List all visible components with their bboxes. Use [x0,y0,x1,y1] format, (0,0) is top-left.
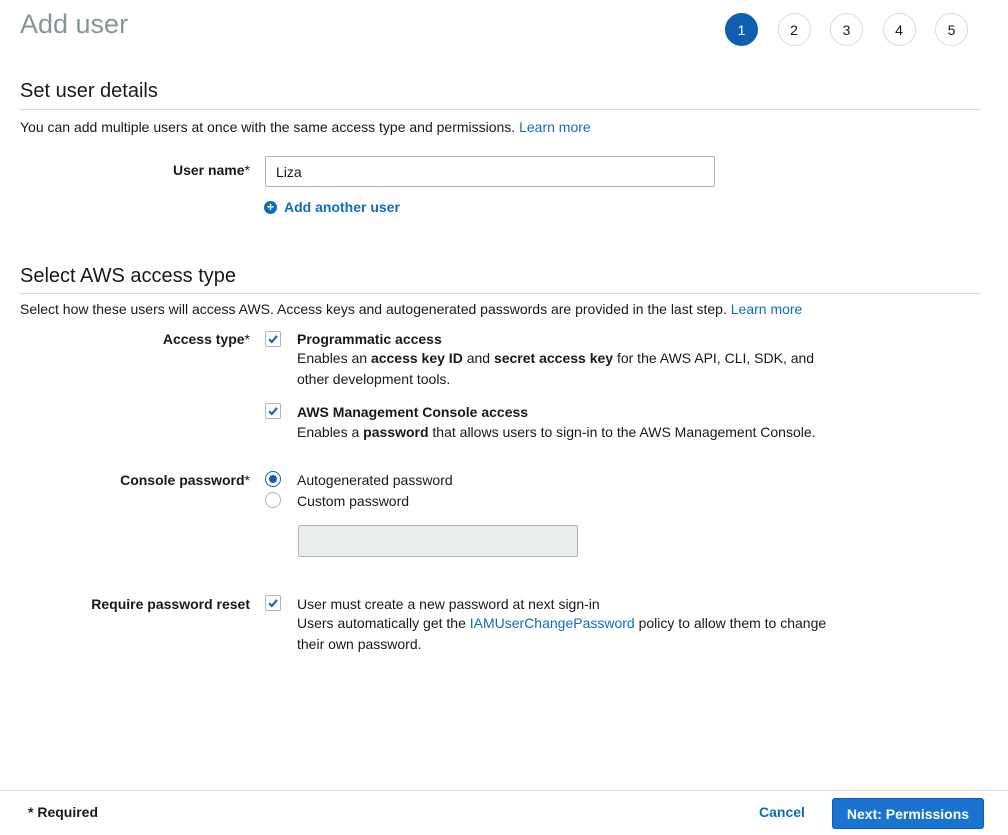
console-access-checkbox[interactable] [265,403,281,419]
add-user-page: Add user 1 2 3 4 5 Set user details You … [0,0,1008,835]
programmatic-access-description: Enables an access key ID and secret acce… [297,350,815,387]
step-3[interactable]: 3 [830,13,863,46]
wizard-steps: 1 2 3 4 5 [725,13,988,46]
access-type-label-text: Access type [162,331,245,347]
require-password-reset-title: User must create a new password at next … [297,596,600,612]
user-name-label: User name* [173,161,250,179]
required-asterisk: * [244,162,250,178]
console-password-label: Console password* [120,471,250,489]
learn-more-link-access[interactable]: Learn more [731,301,803,317]
iam-user-change-password-link[interactable]: IAMUserChangePassword [470,615,635,631]
step-2[interactable]: 2 [777,13,811,46]
require-password-reset-label: Require password reset [91,596,250,612]
autogenerated-password-radio[interactable] [265,471,281,487]
autogenerated-password-label: Autogenerated password [297,472,453,488]
custom-password-label: Custom password [297,493,410,509]
required-note: * Required [28,804,99,820]
step-5[interactable]: 5 [935,13,968,46]
checkmark-icon [268,407,278,416]
plus-circle-icon: + [264,200,277,214]
console-password-label-text: Console password [120,472,245,488]
step-1[interactable]: 1 [725,13,758,46]
section-heading-access-type: Select AWS access type [20,265,237,287]
next-permissions-button[interactable]: Next: Permissions [832,798,984,829]
required-asterisk: * [244,472,250,488]
user-name-label-text: User name [172,162,245,178]
checkmark-icon [268,599,278,608]
user-details-description: You can add multiple users at once with … [20,118,591,136]
add-another-user-label: Add another user [284,199,400,215]
page-title: Add user [20,9,129,39]
section-heading-user-details: Set user details [20,80,158,102]
required-asterisk: * [244,331,250,347]
console-access-title: AWS Management Console access [297,404,529,420]
footer-divider [0,790,1008,791]
console-access-description: Enables a password that allows users to … [297,424,816,440]
learn-more-link-details[interactable]: Learn more [519,119,591,135]
programmatic-access-checkbox[interactable] [265,331,281,347]
custom-password-input [298,525,578,557]
require-password-reset-checkbox[interactable] [265,595,281,611]
section-divider [20,293,980,294]
access-type-label: Access type* [163,330,250,348]
step-4[interactable]: 4 [882,13,916,46]
access-type-description-text: Select how these users will access AWS. … [20,301,727,317]
access-type-description: Select how these users will access AWS. … [20,300,802,318]
user-details-description-text: You can add multiple users at once with … [20,119,516,135]
custom-password-radio[interactable] [265,492,281,508]
section-divider [20,109,980,110]
programmatic-access-title: Programmatic access [297,331,442,347]
user-name-input[interactable] [265,156,715,187]
add-another-user-button[interactable]: + Add another user [264,199,400,215]
cancel-button[interactable]: Cancel [759,804,805,820]
require-password-reset-description: Users automatically get the IAMUserChang… [297,615,827,652]
checkmark-icon [268,335,278,344]
